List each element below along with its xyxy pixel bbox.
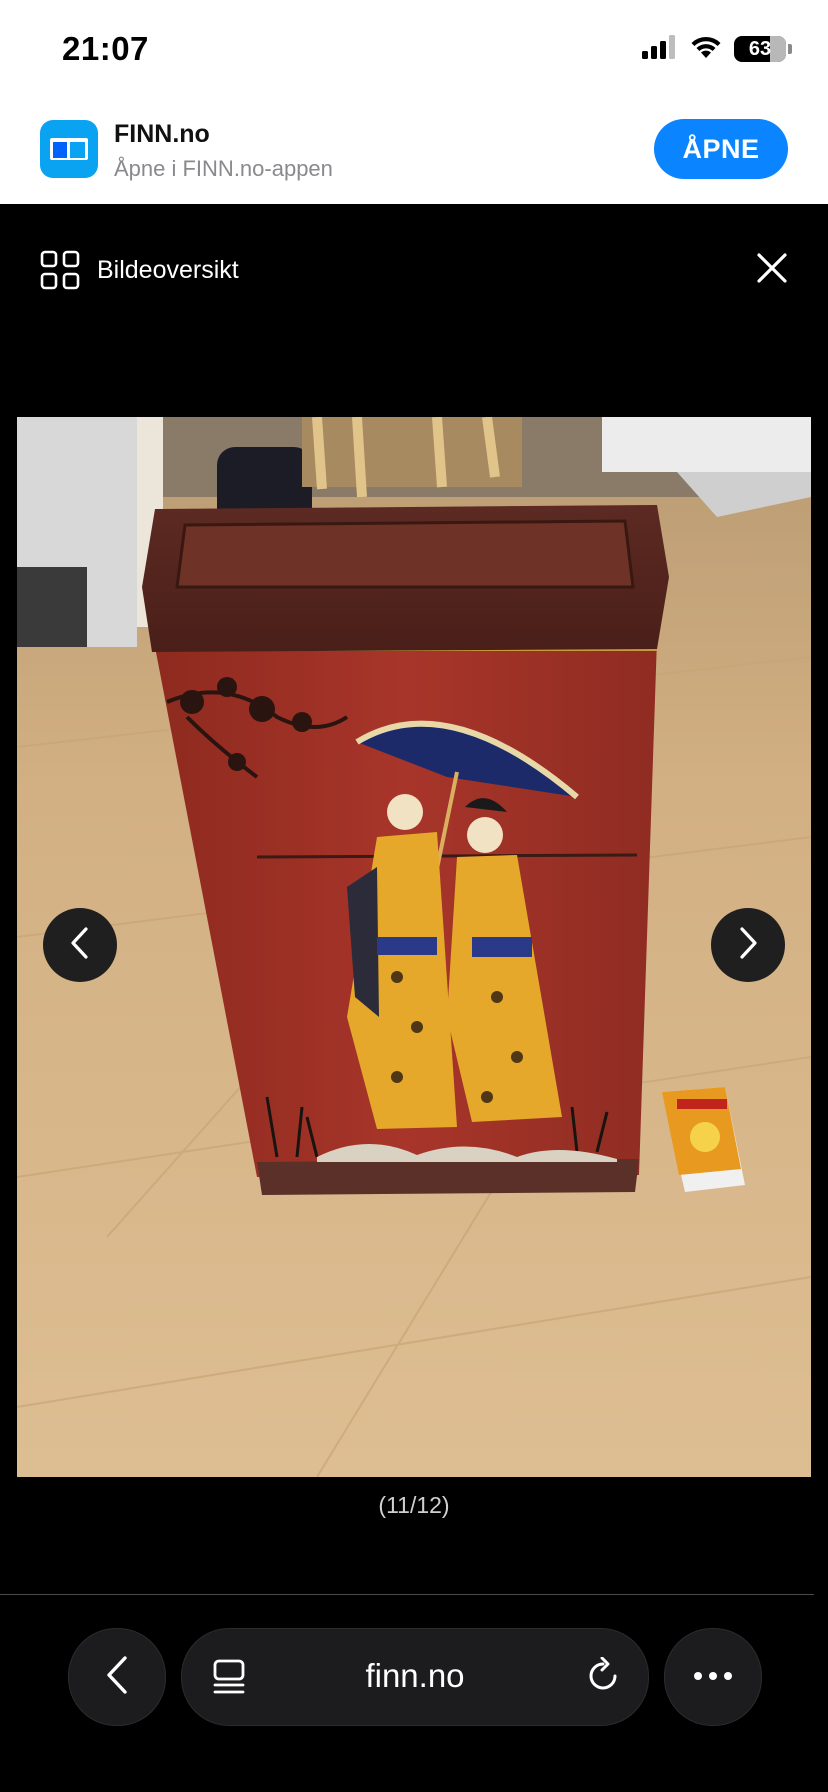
chevron-left-icon <box>69 926 91 965</box>
chevron-right-icon <box>737 926 759 965</box>
finn-app-icon[interactable] <box>40 120 98 178</box>
signal-icon <box>642 34 678 64</box>
open-app-button[interactable]: ÅPNE <box>654 119 788 179</box>
previous-image-button[interactable] <box>43 908 117 982</box>
battery-percent: 63 <box>748 37 772 60</box>
listing-photo[interactable] <box>17 417 811 1477</box>
chevron-left-icon <box>105 1655 129 1700</box>
app-name: FINN.no <box>114 120 210 148</box>
status-time: 21:07 <box>62 30 149 67</box>
status-icons: 63 <box>642 34 792 64</box>
url-text[interactable]: finn.no <box>182 1657 648 1695</box>
viewer-header: Bildeoversikt <box>0 204 828 339</box>
more-icon <box>693 1668 733 1686</box>
close-icon[interactable] <box>756 252 788 289</box>
browser-back-button[interactable] <box>68 1628 166 1726</box>
divider <box>0 1594 814 1595</box>
more-button[interactable] <box>664 1628 762 1726</box>
finn-image-viewer: 21:07 63 FINN.no Åpne i FINN.no-appen ÅP… <box>0 0 828 1792</box>
app-banner: FINN.no Åpne i FINN.no-appen ÅPNE <box>0 100 828 204</box>
image-overview-link[interactable]: Bildeoversikt <box>97 256 239 285</box>
app-subtitle: Åpne i FINN.no-appen <box>114 156 333 181</box>
wifi-icon <box>690 35 722 64</box>
status-bar: 21:07 63 <box>0 0 828 100</box>
reload-icon[interactable] <box>584 1656 622 1700</box>
next-image-button[interactable] <box>711 908 785 982</box>
grid-icon[interactable] <box>40 250 80 295</box>
image-counter: (11/12) <box>378 1492 450 1518</box>
address-bar[interactable]: finn.no <box>181 1628 649 1726</box>
battery-icon: 63 <box>734 36 792 62</box>
